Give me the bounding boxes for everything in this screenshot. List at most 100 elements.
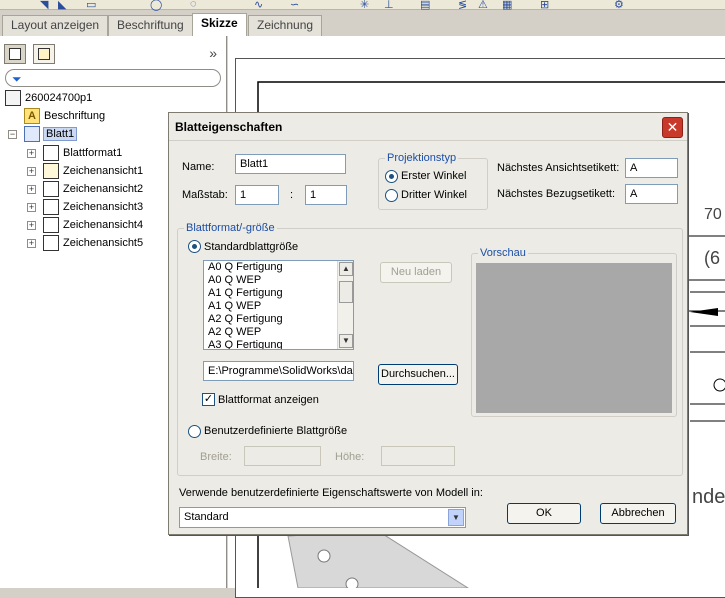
scroll-up-icon[interactable]: ▲ [339,262,353,276]
list-scrollbar[interactable]: ▲ ▼ [337,261,353,349]
dialog-titlebar[interactable]: Blatteigenschaften ✕ [169,113,687,141]
panel-toolbar: » [0,42,227,66]
list-item[interactable]: A2 Q Fertigung [204,313,353,326]
third-angle-label: Dritter Winkel [401,189,468,201]
next-datum-field[interactable]: A [625,184,678,204]
list-item[interactable]: A1 Q Fertigung [204,287,353,300]
scale-separator: : [290,189,294,201]
command-tabs: Layout anzeigen Beschriftung Skizze Zeic… [0,12,725,36]
warning-icon[interactable]: ⚠ [478,0,488,11]
name-field[interactable]: Blatt1 [235,154,346,174]
property-manager-tab-button[interactable] [33,44,55,64]
grid-tool-icon[interactable]: ▦ [502,0,512,11]
projected-view-icon [43,199,59,215]
tree-item-label: Zeichenansicht3 [63,201,144,213]
height-field[interactable] [381,446,455,466]
expand-icon[interactable]: + [27,203,36,212]
tab-zeichnung[interactable]: Zeichnung [248,15,323,36]
arc-tool-icon[interactable]: ◣ [58,0,66,11]
tree-filter-input[interactable]: ⏷ [5,69,221,87]
tree-item-label: Zeichenansicht1 [63,165,144,177]
first-angle-radio[interactable] [385,170,398,183]
custom-size-radio[interactable] [188,425,201,438]
tree-item-label: Zeichenansicht4 [63,219,144,231]
standard-size-radio[interactable] [188,240,201,253]
format-path-field[interactable]: E:\Programme\SolidWorks\da [203,361,354,381]
rectangle-tool-icon[interactable]: ▭ [86,0,96,11]
tab-skizze[interactable]: Skizze [192,13,247,36]
dimension-tool-icon[interactable]: ⊥ [384,0,394,11]
tab-beschriftung[interactable]: Beschriftung [108,15,193,36]
expand-icon[interactable]: + [27,239,36,248]
model-props-label: Verwende benutzerdefinierte Eigenschafts… [179,487,483,499]
model-props-select[interactable]: Standard ▼ [179,507,466,528]
height-label: Höhe: [335,451,365,463]
drawing-text: nde [692,486,725,508]
dotted-circle-icon[interactable]: ◌ [190,0,197,10]
expand-icon[interactable]: + [27,185,36,194]
tree-item-label: Zeichenansicht2 [63,183,144,195]
spline-tool-icon[interactable]: ∿ [254,0,263,11]
list-item[interactable]: A1 Q WEP [204,300,353,313]
dimension-label: (6 [704,248,721,268]
dimension-label: 70 [704,206,722,223]
command-toolbar: ◥ ◣ ▭ ◯ ◌ ∿ ∽ ✳ ⊥ ▤ ≶ ⚠ ▦ ⊞ ⚙ [0,0,725,11]
scroll-down-icon[interactable]: ▼ [339,334,353,348]
ok-button[interactable]: OK [507,503,581,524]
expand-icon[interactable]: + [27,221,36,230]
next-view-label: Nächstes Ansichtsetikett: [497,162,620,174]
filter-icon: ⏷ [12,72,22,86]
next-view-field[interactable]: A [625,158,678,178]
circle-tool-icon[interactable]: ◯ [150,0,162,11]
drawing-document-icon [5,90,21,106]
line-tool-icon[interactable]: ◥ [40,0,48,11]
close-button[interactable]: ✕ [662,117,683,138]
browse-button[interactable]: Durchsuchen... [378,364,458,385]
width-field[interactable] [244,446,321,466]
sheet-icon [24,126,40,142]
scroll-thumb[interactable] [339,281,353,303]
tree-root-label: 260024700p1 [25,92,93,104]
tree-item-label: Zeichenansicht5 [63,237,144,249]
feature-tree-tab-button[interactable] [4,44,26,64]
chevron-down-icon[interactable]: ▼ [448,509,464,526]
dialog-title: Blatteigenschaften [175,120,283,134]
custom-size-label: Benutzerdefinierte Blattgröße [204,425,348,437]
panel-expand-icon[interactable]: » [209,45,217,61]
curve-tool-icon[interactable]: ∽ [290,0,299,11]
tree-item-label: Beschriftung [44,110,106,122]
show-format-label: Blattformat anzeigen [218,394,319,406]
third-angle-radio[interactable] [385,189,398,202]
sheet-properties-dialog: Blatteigenschaften ✕ Name: Blatt1 Maßsta… [168,112,688,535]
cancel-button[interactable]: Abbrechen [600,503,676,524]
tab-layout-anzeigen[interactable]: Layout anzeigen [2,15,109,36]
sheet-preview [476,263,672,413]
list-item[interactable]: A0 Q Fertigung [204,261,353,274]
next-datum-label: Nächstes Bezugsetikett: [497,188,616,200]
sheet-tool-icon[interactable]: ▤ [420,0,430,11]
sheet-size-list[interactable]: A0 Q Fertigung A0 Q WEP A1 Q Fertigung A… [203,260,354,350]
zigzag-tool-icon[interactable]: ≶ [458,0,467,11]
settings-tool-icon[interactable]: ⚙ [614,0,624,11]
show-format-checkbox[interactable]: ✓ [202,393,215,406]
tree-item-label: Blatt1 [43,127,78,141]
projection-type-label: Projektionstyp [385,152,459,164]
scale-numerator-field[interactable]: 1 [235,185,279,205]
expand-icon[interactable]: + [27,149,36,158]
list-item[interactable]: A0 Q WEP [204,274,353,287]
annotation-icon: A [24,108,40,124]
expand-icon[interactable]: + [27,167,36,176]
snap-tool-icon[interactable]: ⊞ [540,0,549,11]
tree-item-label: Blattformat1 [63,147,123,159]
preview-label: Vorschau [478,247,528,259]
feature-tree-icon [9,48,21,60]
scale-denominator-field[interactable]: 1 [305,185,347,205]
list-item[interactable]: A3 Q Fertigung [204,339,353,349]
reload-button[interactable]: Neu laden [380,262,452,283]
list-item[interactable]: A2 Q WEP [204,326,353,339]
point-tool-icon[interactable]: ✳ [360,0,369,11]
projected-view-icon [43,181,59,197]
standard-size-label: Standardblattgröße [204,241,299,253]
collapse-icon[interactable]: − [8,130,17,139]
sheet-format-icon [43,145,59,161]
